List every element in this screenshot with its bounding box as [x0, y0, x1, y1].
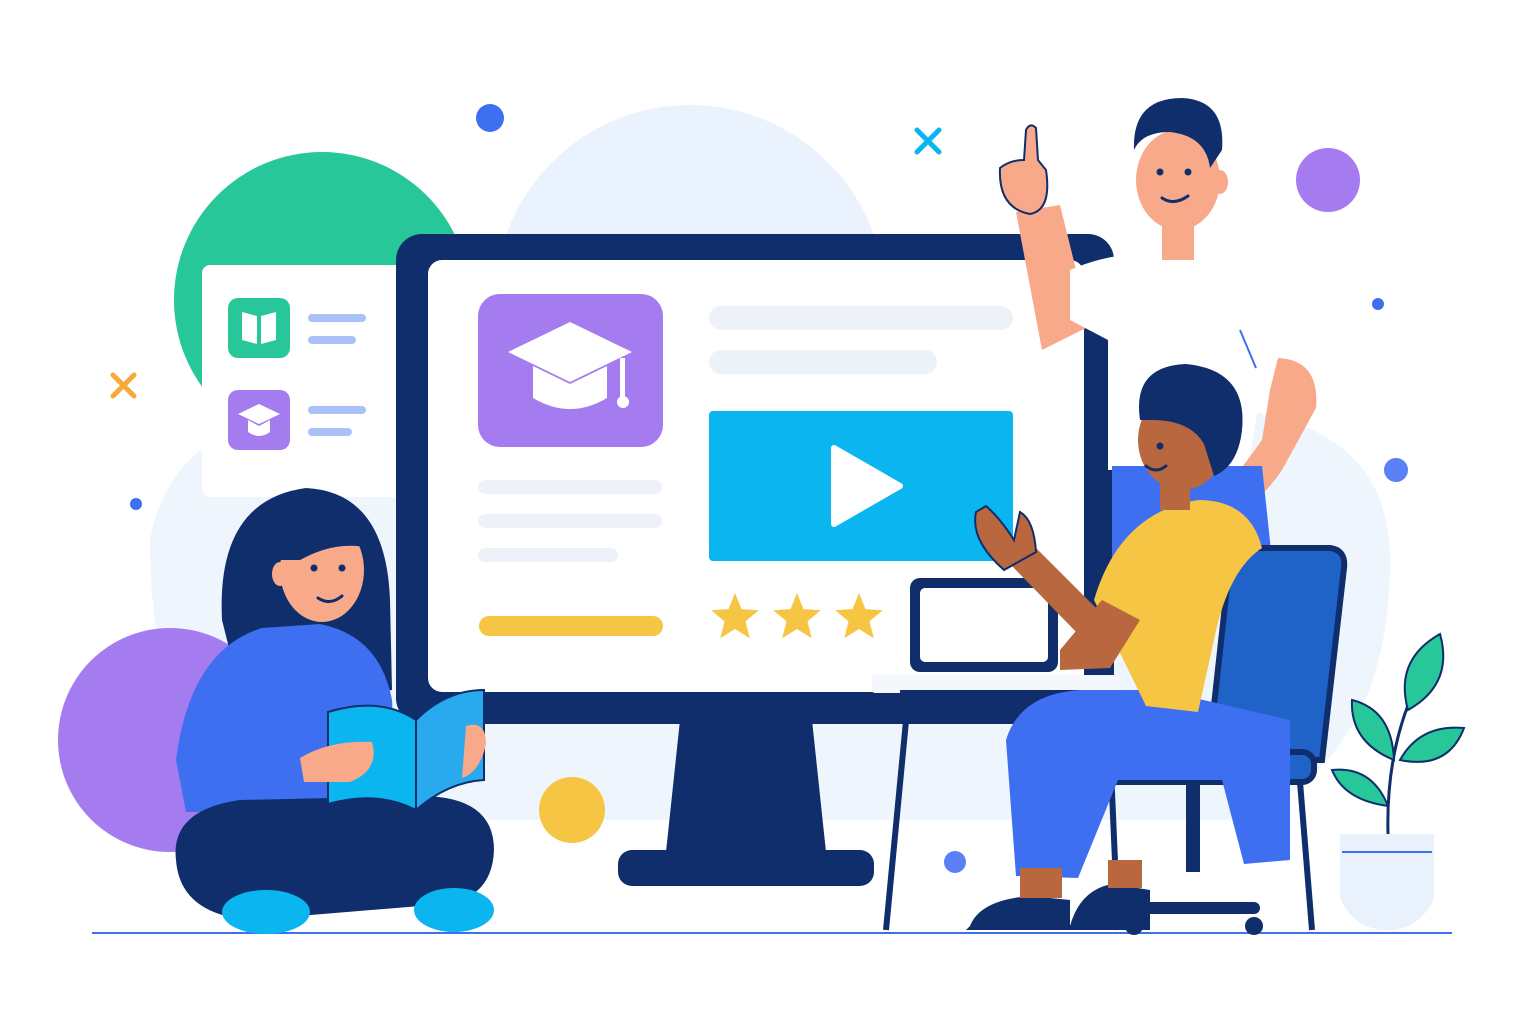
close-x-icon [914, 127, 942, 155]
pointing-hand [998, 124, 1049, 216]
monitor-stand-neck [666, 720, 826, 852]
progress-bar-fill [479, 616, 663, 636]
chair-post [1186, 782, 1200, 872]
screen-text-line [478, 514, 662, 528]
ear [1212, 170, 1228, 194]
blue-dot-3 [944, 851, 966, 873]
screen-text-line [478, 480, 662, 494]
shoe [1066, 884, 1150, 930]
ear [272, 562, 288, 586]
slipper [222, 890, 310, 934]
screen-text-line [709, 306, 1013, 330]
text-line [308, 336, 356, 344]
eye [310, 564, 318, 572]
slipper [414, 888, 494, 932]
ankle [1108, 860, 1142, 888]
leaf [1350, 698, 1396, 762]
laptop-icon [910, 578, 1058, 672]
yellow-dot [539, 777, 605, 843]
eye [1156, 168, 1164, 176]
plant-stem [1386, 699, 1412, 835]
eye [1184, 168, 1192, 176]
purple-dot [1296, 148, 1360, 212]
plant-pot [1340, 834, 1434, 930]
screen-text-line [478, 548, 618, 562]
screen-text-line [709, 350, 937, 374]
blue-dot-small-2 [130, 498, 142, 510]
shoe [966, 896, 1070, 930]
chair-leg [1297, 781, 1315, 931]
eye [1156, 442, 1164, 450]
blue-dot-1 [476, 104, 504, 132]
chair-wheel [1245, 917, 1263, 935]
leaf [1403, 632, 1445, 712]
ankle [1020, 868, 1062, 898]
close-x-icon [110, 372, 137, 399]
blue-dot-2 [1384, 458, 1408, 482]
book-tile [228, 298, 290, 358]
eye [338, 564, 346, 572]
learning-scene [58, 98, 1466, 935]
monitor-stand-base [618, 850, 874, 886]
blue-dot-small-1 [1372, 298, 1384, 310]
text-line [308, 314, 366, 322]
text-line [308, 428, 352, 436]
leaf [1330, 768, 1390, 808]
text-line [308, 406, 366, 414]
leaf [1398, 726, 1466, 763]
side-course-card [202, 265, 402, 497]
